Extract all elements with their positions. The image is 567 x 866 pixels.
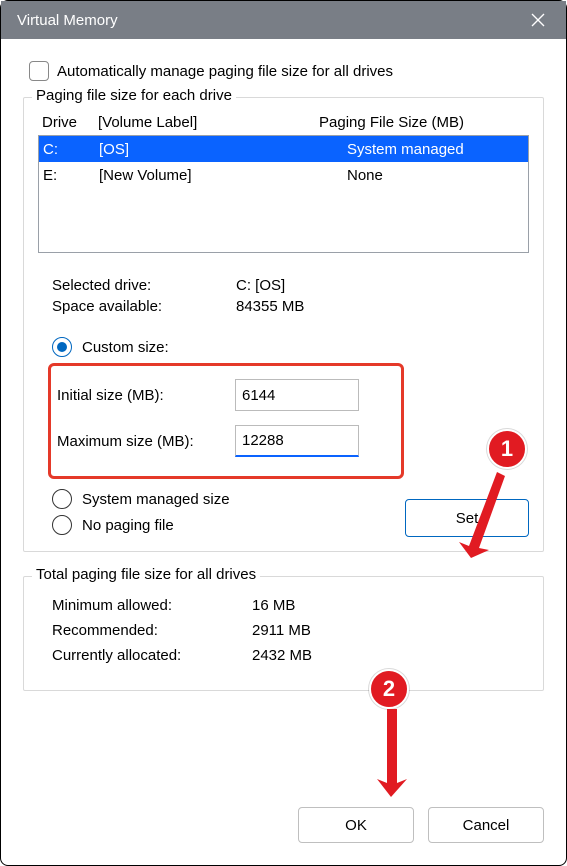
space-available-value: 84355 MB xyxy=(236,298,304,315)
ok-button[interactable]: OK xyxy=(298,807,414,843)
header-volume: [Volume Label] xyxy=(98,114,319,131)
drive-list[interactable]: C: [OS] System managed E: [New Volume] N… xyxy=(38,135,529,253)
close-button[interactable] xyxy=(526,8,550,32)
ok-button-label: OK xyxy=(345,817,367,834)
annotation-step-number: 1 xyxy=(501,436,513,462)
set-button-label: Set xyxy=(456,510,479,527)
currently-allocated-label: Currently allocated: xyxy=(38,647,252,664)
cancel-button[interactable]: Cancel xyxy=(428,807,544,843)
drive-row-letter: C: xyxy=(43,141,99,158)
totals-group: Total paging file size for all drives Mi… xyxy=(23,576,544,691)
drives-group-legend: Paging file size for each drive xyxy=(32,87,236,104)
drive-row-volume: [OS] xyxy=(99,141,347,158)
window-title: Virtual Memory xyxy=(17,12,526,29)
radio-icon xyxy=(52,515,72,535)
annotation-arrow xyxy=(373,707,413,811)
auto-manage-label: Automatically manage paging file size fo… xyxy=(57,63,393,80)
title-bar: Virtual Memory xyxy=(1,1,566,39)
minimum-allowed-label: Minimum allowed: xyxy=(38,597,252,614)
drive-list-header: Drive [Volume Label] Paging File Size (M… xyxy=(42,114,529,131)
set-button[interactable]: Set xyxy=(405,499,529,537)
checkbox-icon xyxy=(29,61,49,81)
totals-legend: Total paging file size for all drives xyxy=(32,566,260,583)
drive-row[interactable]: E: [New Volume] None xyxy=(39,162,528,188)
auto-manage-checkbox[interactable]: Automatically manage paging file size fo… xyxy=(29,61,544,81)
currently-allocated-value: 2432 MB xyxy=(252,647,312,664)
radio-icon xyxy=(52,337,72,357)
cancel-button-label: Cancel xyxy=(463,817,510,834)
radio-icon xyxy=(52,489,72,509)
space-available-label: Space available: xyxy=(52,298,236,315)
initial-size-input[interactable] xyxy=(235,379,359,411)
system-managed-label: System managed size xyxy=(82,491,230,508)
maximum-size-label: Maximum size (MB): xyxy=(51,433,235,450)
annotation-step-badge: 2 xyxy=(369,669,409,709)
header-paging: Paging File Size (MB) xyxy=(319,114,529,131)
annotation-highlight: Initial size (MB): Maximum size (MB): xyxy=(48,363,404,479)
drive-row-paging: System managed xyxy=(347,141,528,158)
custom-size-label: Custom size: xyxy=(82,339,169,356)
close-icon xyxy=(531,13,545,27)
drive-row[interactable]: C: [OS] System managed xyxy=(39,136,528,162)
initial-size-label: Initial size (MB): xyxy=(51,387,235,404)
selected-drive-value: C: [OS] xyxy=(236,277,285,294)
drive-row-volume: [New Volume] xyxy=(99,167,347,184)
no-paging-label: No paging file xyxy=(82,517,174,534)
header-drive: Drive xyxy=(42,114,98,131)
annotation-step-number: 2 xyxy=(383,676,395,702)
minimum-allowed-value: 16 MB xyxy=(252,597,295,614)
annotation-step-badge: 1 xyxy=(487,429,527,469)
maximum-size-input[interactable] xyxy=(235,425,359,457)
drive-row-paging: None xyxy=(347,167,528,184)
drives-group: Paging file size for each drive Drive [V… xyxy=(23,97,544,552)
recommended-value: 2911 MB xyxy=(252,622,311,639)
drive-row-letter: E: xyxy=(43,167,99,184)
selected-drive-label: Selected drive: xyxy=(52,277,236,294)
custom-size-radio[interactable]: Custom size: xyxy=(52,337,529,357)
recommended-label: Recommended: xyxy=(38,622,252,639)
